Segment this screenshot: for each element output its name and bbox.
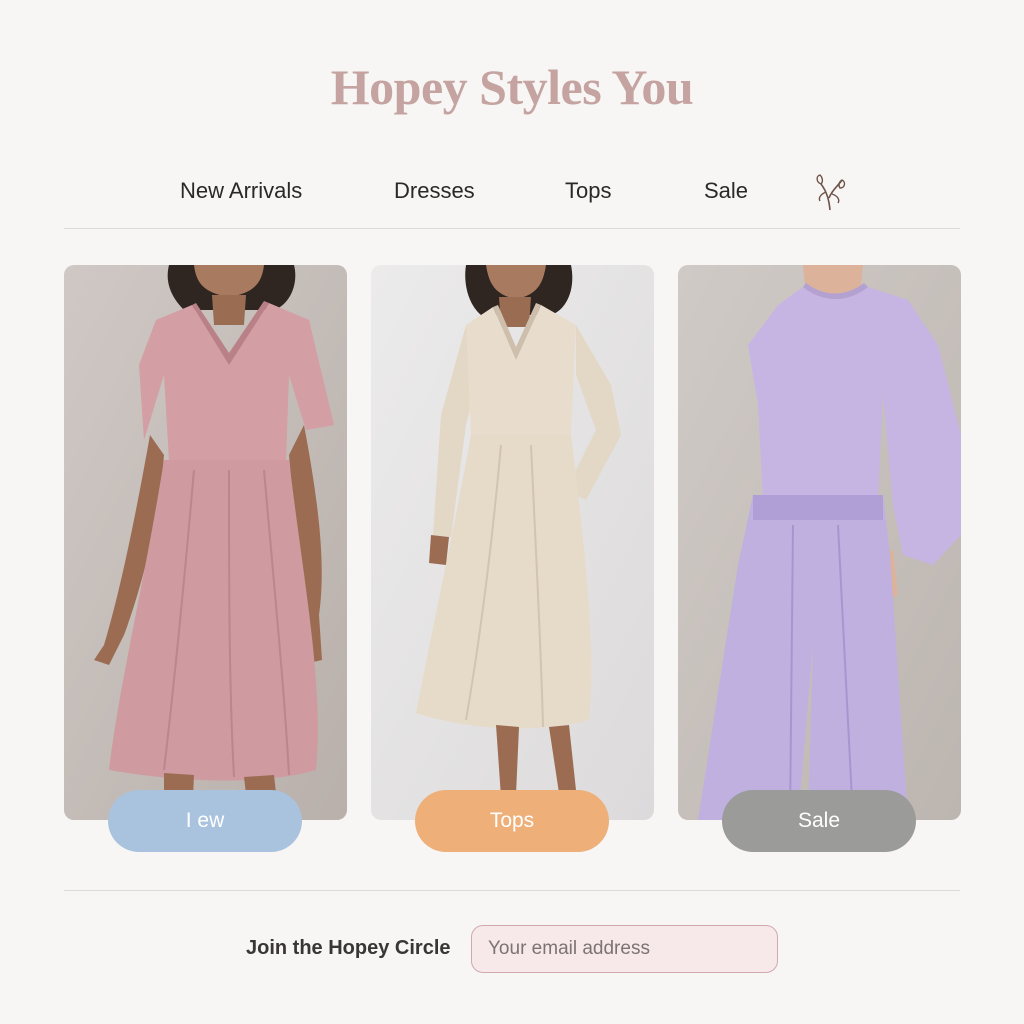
- main-nav: New Arrivals Dresses Tops Sale: [0, 178, 1024, 212]
- nav-tops[interactable]: Tops: [565, 178, 611, 204]
- nav-sale[interactable]: Sale: [704, 178, 748, 204]
- leaf-sprig-icon[interactable]: [812, 172, 848, 212]
- nav-new-arrivals[interactable]: New Arrivals: [180, 178, 302, 204]
- product-card-beige-dress[interactable]: [371, 265, 654, 820]
- nav-dresses[interactable]: Dresses: [394, 178, 475, 204]
- footer-divider: [64, 890, 960, 891]
- tops-pill-button[interactable]: Tops: [415, 790, 609, 852]
- product-card-lavender-outfit[interactable]: [678, 265, 961, 820]
- email-field[interactable]: [471, 925, 778, 973]
- nav-divider: [64, 228, 960, 229]
- newsletter-label: Join the Hopey Circle: [246, 937, 451, 959]
- product-image-lavender-outfit: [678, 265, 961, 820]
- product-card-pink-dress[interactable]: [64, 265, 347, 820]
- product-image-pink-dress: [64, 265, 347, 820]
- brand-title: Hopey Styles You: [330, 59, 694, 115]
- product-image-beige-dress: [371, 265, 654, 820]
- new-pill-button[interactable]: I ew: [108, 790, 302, 852]
- sale-pill-button[interactable]: Sale: [722, 790, 916, 852]
